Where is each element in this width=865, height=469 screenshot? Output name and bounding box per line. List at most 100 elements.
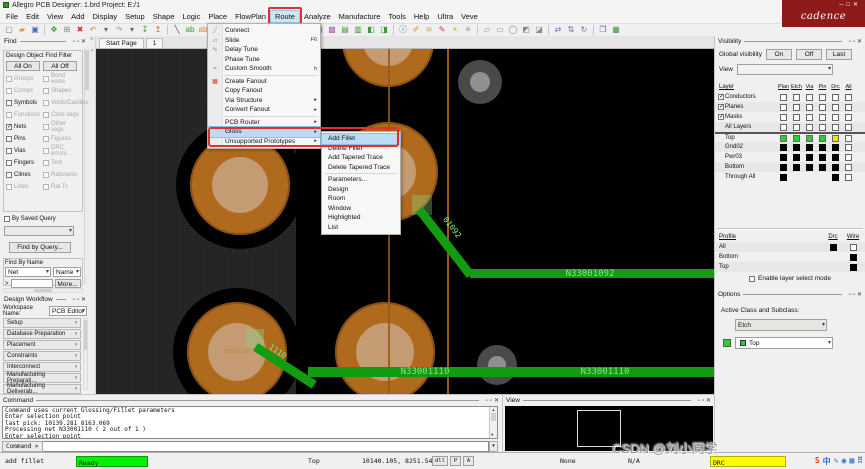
menu-logic[interactable]: Logic — [178, 11, 204, 22]
gloss-submenu-item-add-tapered-trace[interactable]: Add Tapered Trace — [322, 153, 400, 163]
enable-layer-select-checkbox[interactable]: Enable layer select mode — [715, 272, 865, 285]
find-by-query-button[interactable]: Find by Query... — [9, 242, 71, 253]
black-cell[interactable] — [819, 154, 826, 161]
route-menu-item-convert-fanout[interactable]: Convert Fanout▸ — [208, 105, 320, 115]
empty-cell[interactable] — [806, 94, 813, 101]
find-filter-symbols[interactable]: Symbols — [6, 97, 43, 109]
empty-cell[interactable] — [845, 124, 852, 131]
empty-cell[interactable] — [780, 94, 787, 101]
name-dropdown[interactable]: Name — [53, 267, 81, 277]
empty-cell[interactable] — [806, 124, 813, 131]
board-view-icon[interactable]: ▦ — [610, 24, 622, 36]
route-menu-item-pcb-router[interactable]: PCB Router▸ — [208, 118, 320, 128]
find-filter-fingers[interactable]: Fingers — [6, 157, 43, 169]
route-menu-item-gloss[interactable]: Gloss▸ — [208, 127, 320, 137]
empty-cell[interactable] — [819, 94, 826, 101]
green-cell[interactable] — [780, 135, 787, 142]
empty-cell[interactable] — [832, 94, 839, 101]
unchecked-cell[interactable] — [850, 244, 857, 251]
gloss-submenu-item-add-fillet[interactable]: Add Fillet — [322, 134, 400, 144]
visibility-last-button[interactable]: Last — [826, 49, 852, 60]
shape-polygon-icon[interactable]: ▱ — [481, 24, 493, 36]
view-dropdown[interactable] — [737, 64, 833, 75]
move-icon[interactable]: ✥ — [48, 24, 60, 36]
empty-cell[interactable] — [845, 114, 852, 121]
menu-place[interactable]: Place — [204, 11, 231, 22]
fix-icon[interactable]: ↧ — [139, 24, 151, 36]
redo-menu-icon[interactable]: ▾ — [126, 24, 138, 36]
workflow-item-manufacturing-preparati[interactable]: Manufacturing Preparati...› — [3, 373, 81, 383]
workflow-item-setup[interactable]: Setup› — [3, 318, 81, 328]
all-off-button[interactable]: All Off — [43, 61, 77, 71]
ime-board-icon[interactable]: ▦ — [849, 456, 854, 467]
close-icon[interactable]: ✕ — [81, 297, 86, 303]
menu-flowplan[interactable]: FlowPlan — [231, 11, 270, 22]
black-cell[interactable] — [832, 144, 839, 151]
black-cell[interactable] — [819, 164, 826, 171]
ime-lang-icon[interactable]: 中 — [823, 456, 831, 467]
ime-more-icon[interactable]: ⠿ — [857, 456, 863, 467]
empty-cell[interactable] — [793, 124, 800, 131]
empty-cell[interactable] — [806, 104, 813, 111]
application-mode-button[interactable]: A — [463, 456, 474, 466]
empty-cell[interactable] — [793, 94, 800, 101]
menu-help[interactable]: Help — [410, 11, 433, 22]
window-controls[interactable]: ─□✕ — [782, 0, 865, 8]
empty-cell[interactable] — [780, 124, 787, 131]
menu-shape[interactable]: Shape — [149, 11, 179, 22]
workflow-item-interconnect[interactable]: Interconnect› — [3, 362, 81, 372]
unchecked-cell[interactable] — [845, 144, 852, 151]
black-cell[interactable] — [832, 154, 839, 161]
unchecked-cell[interactable] — [845, 174, 852, 181]
empty-cell[interactable] — [832, 114, 839, 121]
black-cell[interactable] — [780, 154, 787, 161]
show-measure-icon[interactable]: ✐ — [410, 24, 422, 36]
color-dialog-icon[interactable]: ▩ — [326, 24, 338, 36]
layer-group-checkbox[interactable] — [718, 104, 724, 110]
gloss-submenu-item-design[interactable]: Design — [322, 185, 400, 195]
empty-cell[interactable] — [845, 104, 852, 111]
dll-button[interactable]: dll — [432, 456, 448, 466]
unfix-icon[interactable]: ↥ — [152, 24, 164, 36]
find-filter-nets[interactable]: Nets — [6, 121, 43, 133]
maximize-icon[interactable]: □ — [846, 2, 853, 8]
gloss-submenu-item-window[interactable]: Window — [322, 204, 400, 214]
dock-strip[interactable]: ≡▪ — [89, 36, 96, 394]
empty-cell[interactable] — [832, 104, 839, 111]
menu-manufacture[interactable]: Manufacture — [335, 11, 385, 22]
empty-cell[interactable] — [793, 104, 800, 111]
black-cell[interactable] — [780, 164, 787, 171]
black-cell[interactable] — [819, 144, 826, 151]
menu-edit[interactable]: Edit — [22, 11, 43, 22]
ime-pen-icon[interactable]: ✎ — [834, 456, 839, 467]
dehighlight-icon[interactable]: ✳ — [462, 24, 474, 36]
markup-icon[interactable]: ✎ — [436, 24, 448, 36]
green-cell[interactable] — [793, 135, 800, 142]
command-panel-buttons[interactable]: − ▫ ✕ — [485, 397, 499, 404]
empty-cell[interactable] — [819, 104, 826, 111]
flip-icon[interactable]: ⇄ — [552, 24, 564, 36]
black-cell[interactable] — [793, 144, 800, 151]
command-input[interactable] — [43, 441, 489, 452]
menu-display[interactable]: Display — [89, 11, 122, 22]
layers-icon[interactable]: ▤ — [339, 24, 351, 36]
unchecked-cell[interactable] — [845, 164, 852, 171]
close-icon[interactable]: ✕ — [706, 398, 711, 404]
delete-icon[interactable]: ✖ — [74, 24, 86, 36]
shape-rect-icon[interactable]: ▭ — [494, 24, 506, 36]
black-cell[interactable] — [806, 144, 813, 151]
design-canvas[interactable]: Start Page 1 N33001110 N33001092 01092 — [96, 36, 714, 394]
gloss-submenu-item-parameters[interactable]: Parameters... — [322, 175, 400, 185]
all-on-button[interactable]: All On — [6, 61, 40, 71]
undo-icon[interactable]: ↶ — [87, 24, 99, 36]
show-element-icon[interactable]: ⓘ — [397, 24, 409, 36]
menu-route[interactable]: Route — [270, 10, 300, 23]
pick-button[interactable]: P — [450, 456, 461, 466]
redo-icon[interactable]: ↷ — [113, 24, 125, 36]
green-cell[interactable] — [806, 135, 813, 142]
empty-cell[interactable] — [819, 124, 826, 131]
empty-cell[interactable] — [832, 124, 839, 131]
shape-circle-icon[interactable]: ◯ — [507, 24, 519, 36]
close-icon[interactable]: ✕ — [81, 39, 86, 45]
padstack-icon[interactable]: ◧ — [365, 24, 377, 36]
